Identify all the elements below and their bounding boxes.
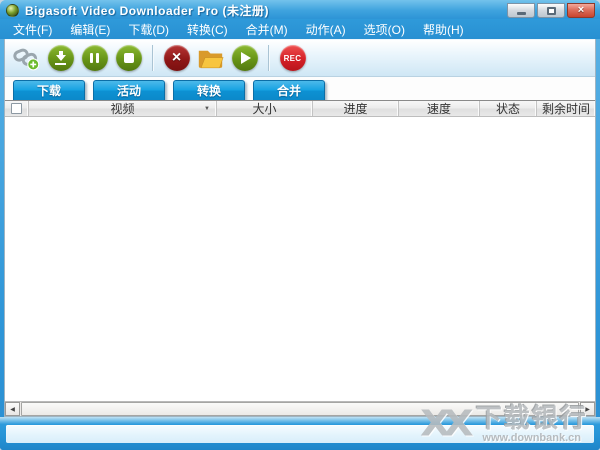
scroll-thumb[interactable] — [21, 402, 579, 416]
toolbar: × REC — [5, 39, 595, 77]
menu-item-merge[interactable]: 合并(M) — [237, 19, 297, 40]
column-label: 状态 — [496, 100, 520, 117]
minimize-icon — [517, 12, 526, 15]
close-icon: × — [578, 5, 584, 16]
scroll-left-icon: ◀ — [10, 406, 15, 413]
scroll-left-button[interactable]: ◀ — [5, 402, 20, 416]
record-button[interactable]: REC — [279, 45, 306, 72]
maximize-icon — [547, 7, 556, 15]
menu-item-options[interactable]: 选项(O) — [355, 19, 414, 40]
download-button[interactable] — [47, 45, 74, 72]
scroll-right-icon: ▶ — [585, 406, 590, 413]
delete-button[interactable]: × — [163, 45, 190, 72]
menu-item-help[interactable]: 帮助(H) — [414, 19, 473, 40]
menu-item-action[interactable]: 动作(A) — [297, 19, 355, 40]
folder-icon — [197, 46, 224, 70]
column-header-speed[interactable]: 速度 — [399, 101, 480, 116]
rec-icon: REC — [280, 45, 306, 71]
tab-convert[interactable]: 转换 — [173, 80, 245, 100]
toolbar-separator — [268, 45, 269, 71]
menu-item-file[interactable]: 文件(F) — [4, 19, 61, 40]
column-header-video[interactable]: 视频 ▼ — [29, 101, 217, 116]
table-header: 视频 ▼ 大小 进度 速度 状态 剩余时间 — [5, 100, 595, 117]
tab-merge[interactable]: 合并 — [253, 80, 325, 100]
column-header-status[interactable]: 状态 — [480, 101, 537, 116]
menu-item-download[interactable]: 下载(D) — [119, 19, 178, 40]
status-bar — [6, 425, 594, 443]
app-icon — [6, 4, 19, 17]
column-header-size[interactable]: 大小 — [217, 101, 313, 116]
maximize-button[interactable] — [537, 3, 565, 18]
play-button[interactable] — [231, 45, 258, 72]
horizontal-scrollbar[interactable]: ◀ ▶ — [5, 401, 595, 416]
client-area: × REC 下载 — [4, 39, 596, 417]
stop-icon — [116, 45, 142, 71]
select-all-cell — [5, 101, 29, 116]
pause-button[interactable] — [81, 45, 108, 72]
column-header-remaining-time[interactable]: 剩余时间 — [537, 101, 595, 116]
minimize-button[interactable] — [507, 3, 535, 18]
column-label: 速度 — [427, 100, 451, 117]
column-label: 大小 — [252, 100, 276, 117]
column-header-progress[interactable]: 进度 — [313, 101, 399, 116]
menu-item-convert[interactable]: 转换(C) — [178, 19, 237, 40]
title-bar: Bigasoft Video Downloader Pro (未注册) × — [0, 0, 600, 19]
column-label: 进度 — [343, 100, 367, 117]
play-icon — [232, 45, 258, 71]
window-title: Bigasoft Video Downloader Pro (未注册) — [25, 2, 269, 19]
scroll-right-button[interactable]: ▶ — [580, 402, 595, 416]
chain-plus-icon — [13, 45, 40, 72]
tabs-row: 下载 活动 转换 合并 — [5, 77, 595, 100]
open-folder-button[interactable] — [197, 45, 224, 72]
download-list[interactable] — [5, 117, 595, 401]
column-label: 剩余时间 — [542, 100, 590, 117]
menu-bar: 文件(F) 编辑(E) 下载(D) 转换(C) 合并(M) 动作(A) 选项(O… — [0, 19, 600, 39]
menu-item-edit[interactable]: 编辑(E) — [61, 19, 119, 40]
tab-activity[interactable]: 活动 — [93, 80, 165, 100]
add-url-button[interactable] — [13, 45, 40, 72]
app-window: Bigasoft Video Downloader Pro (未注册) × 文件… — [0, 0, 600, 450]
tab-download[interactable]: 下载 — [13, 80, 85, 100]
sort-arrow-icon[interactable]: ▼ — [204, 106, 210, 112]
download-icon — [48, 45, 74, 71]
status-frame — [0, 417, 600, 450]
delete-icon: × — [164, 45, 190, 71]
toolbar-separator — [152, 45, 153, 71]
close-button[interactable]: × — [567, 3, 595, 18]
select-all-checkbox[interactable] — [11, 103, 22, 114]
pause-icon — [82, 45, 108, 71]
stop-button[interactable] — [115, 45, 142, 72]
column-label: 视频 — [110, 100, 134, 117]
